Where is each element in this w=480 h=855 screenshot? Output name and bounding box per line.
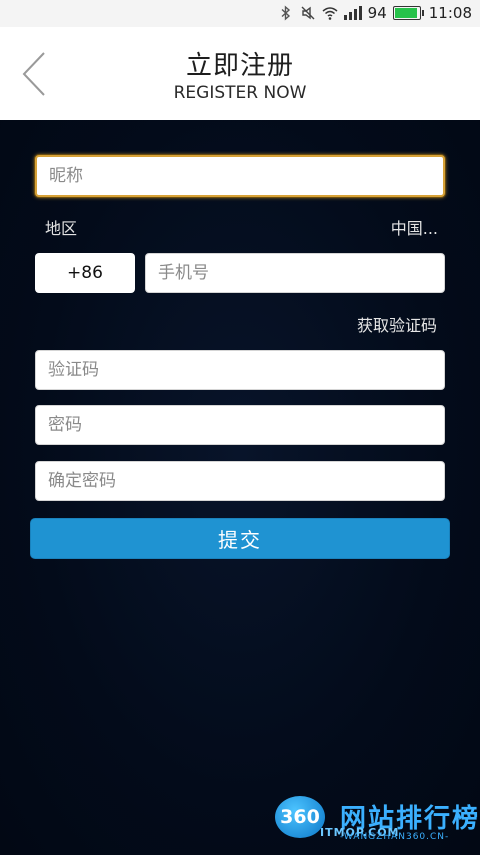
battery-percent: 94: [367, 4, 387, 22]
status-bar: 94 11:08: [0, 0, 480, 27]
region-label: 地区: [45, 219, 78, 238]
bluetooth-icon: [281, 5, 290, 21]
battery-level-fill: [394, 8, 418, 18]
status-time: 11:08: [428, 4, 472, 22]
wifi-icon: [322, 7, 338, 20]
confirm-password-input[interactable]: [35, 461, 445, 501]
phone-input[interactable]: [145, 253, 445, 293]
get-verification-code-button[interactable]: 获取验证码: [357, 312, 437, 336]
country-code-selector[interactable]: +86: [35, 253, 135, 293]
battery-icon: [392, 6, 424, 20]
submit-button[interactable]: 提交: [30, 518, 450, 559]
watermark-logo: 360 网站排行榜 ITMOP.COM -WANGZHAN360.CN-: [270, 790, 480, 855]
status-icons: 94 11:08: [278, 4, 472, 22]
page-title: 立即注册: [185, 51, 294, 81]
password-input[interactable]: [35, 405, 445, 445]
verification-code-input[interactable]: [35, 350, 445, 390]
watermark-url: -WANGZHAN360.CN-: [340, 832, 450, 842]
signal-icon: [343, 6, 362, 20]
page-subtitle: REGISTER NOW: [173, 83, 307, 103]
header: 立即注册 REGISTER NOW: [0, 27, 480, 120]
register-form: 地区 中国... +86 获取验证码 提交: [0, 120, 480, 855]
mute-icon: [301, 6, 315, 20]
nickname-input[interactable]: [35, 155, 445, 197]
watermark-badge: 360: [275, 796, 325, 838]
region-selector[interactable]: 中国...: [391, 215, 438, 239]
